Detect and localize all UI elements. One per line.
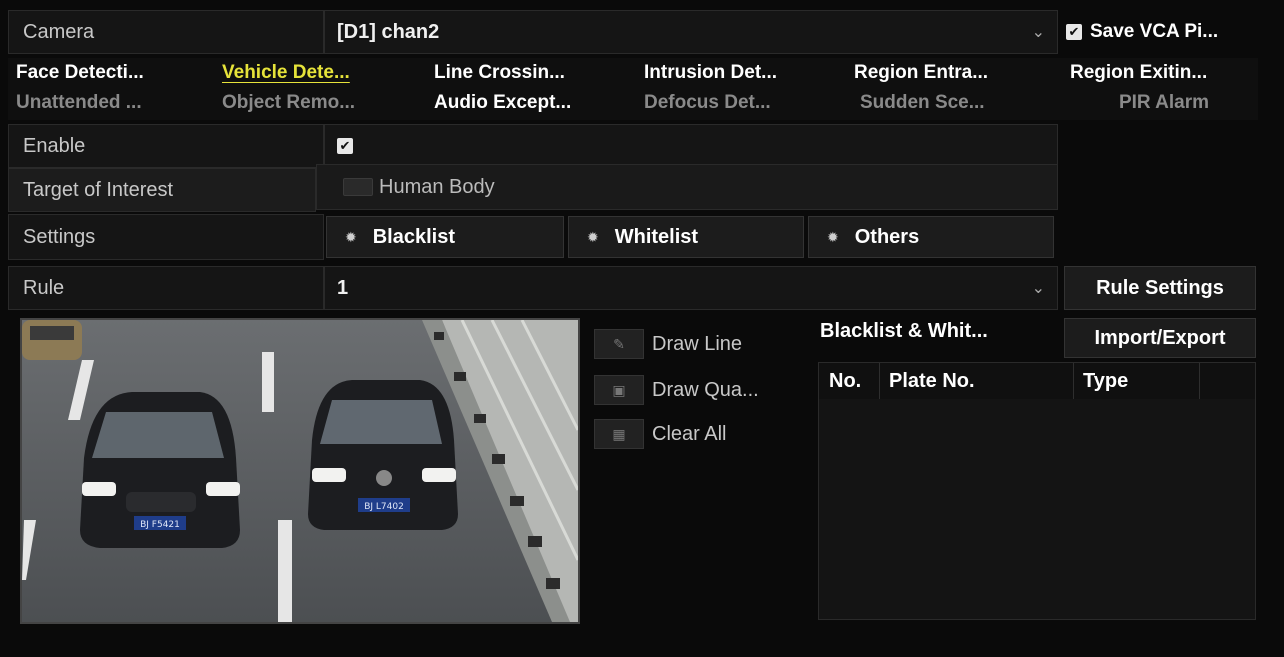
others-label: Others	[854, 225, 920, 248]
tab-audio-exception[interactable]: Audio Except...	[430, 88, 635, 118]
plate-list-table[interactable]: No. Plate No. Type	[818, 362, 1256, 620]
tab-line-crossing[interactable]: Line Crossin...	[430, 58, 635, 88]
enable-checkbox[interactable]: ✔	[337, 138, 353, 154]
draw-line-label: Draw Line	[652, 332, 743, 355]
import-export-button[interactable]: Import/Export	[1064, 318, 1256, 358]
video-preview[interactable]: BJ F5421 BJ L7402	[20, 318, 580, 624]
table-header: No. Plate No. Type	[819, 363, 1255, 399]
chevron-down-icon: ⌄	[1031, 280, 1045, 297]
tab-region-entrance[interactable]: Region Entra...	[850, 58, 1055, 88]
rule-settings-button[interactable]: Rule Settings	[1064, 266, 1256, 310]
tab-pir-alarm[interactable]: PIR Alarm	[1066, 88, 1258, 118]
others-button[interactable]: ✹ Others	[808, 216, 1054, 258]
eraser-icon: ▦	[594, 419, 644, 449]
tab-unattended-baggage[interactable]: Unattended ...	[12, 88, 212, 118]
human-body-checkbox[interactable]	[343, 178, 373, 196]
draw-quad-label: Draw Qua...	[652, 378, 759, 401]
target-label: Target of Interest	[8, 168, 316, 212]
target-row: Human Body	[316, 164, 1058, 210]
save-vca-label: Save VCA Pi...	[1090, 21, 1219, 42]
plate-left: BJ F5421	[140, 520, 180, 530]
tab-region-exiting[interactable]: Region Exitin...	[1066, 58, 1258, 88]
edit-box-icon: ▣	[594, 375, 644, 405]
column-type: Type	[1083, 369, 1129, 392]
camera-label: Camera	[8, 10, 324, 54]
list-title: Blacklist & Whit...	[820, 320, 988, 342]
save-vca-checkbox[interactable]: ✔ Save VCA Pi...	[1066, 10, 1284, 54]
draw-quadrilateral-button[interactable]: ▣ Draw Qua...	[594, 372, 759, 408]
draw-line-button[interactable]: ✎ Draw Line	[594, 326, 742, 362]
gear-icon: ✹	[827, 228, 839, 245]
enable-label: Enable	[8, 124, 324, 168]
column-plate-no: Plate No.	[889, 369, 975, 392]
gear-icon: ✹	[345, 228, 357, 245]
tab-sudden-scene-change[interactable]: Sudden Sce...	[856, 88, 1056, 118]
rule-select[interactable]: 1 ⌄	[324, 266, 1058, 310]
rule-label: Rule	[8, 266, 324, 310]
plate-right: BJ L7402	[364, 502, 404, 512]
traffic-scene-image: BJ F5421 BJ L7402	[22, 320, 578, 622]
camera-value: [D1] chan2	[337, 20, 440, 43]
tab-defocus-detection[interactable]: Defocus Det...	[640, 88, 845, 118]
tab-object-removal[interactable]: Object Remo...	[218, 88, 423, 118]
human-body-label: Human Body	[379, 175, 495, 198]
column-no: No.	[829, 369, 862, 392]
clear-all-button[interactable]: ▦ Clear All	[594, 416, 726, 452]
enable-row: ✔	[324, 124, 1058, 168]
checkbox-checked-icon: ✔	[1066, 24, 1082, 40]
settings-label: Settings	[8, 214, 324, 260]
tab-face-detection[interactable]: Face Detecti...	[12, 58, 212, 88]
pencil-icon: ✎	[594, 329, 644, 359]
camera-select[interactable]: [D1] chan2 ⌄	[324, 10, 1058, 54]
blacklist-button[interactable]: ✹ Blacklist	[326, 216, 564, 258]
clear-all-label: Clear All	[652, 422, 727, 445]
blacklist-label: Blacklist	[372, 225, 455, 248]
rule-value: 1	[337, 276, 349, 299]
chevron-down-icon: ⌄	[1031, 24, 1045, 41]
whitelist-button[interactable]: ✹ Whitelist	[568, 216, 804, 258]
whitelist-label: Whitelist	[614, 225, 699, 248]
tab-intrusion-detection[interactable]: Intrusion Det...	[640, 58, 845, 88]
tab-vehicle-detection[interactable]: Vehicle Dete...	[218, 58, 423, 88]
gear-icon: ✹	[587, 228, 599, 245]
